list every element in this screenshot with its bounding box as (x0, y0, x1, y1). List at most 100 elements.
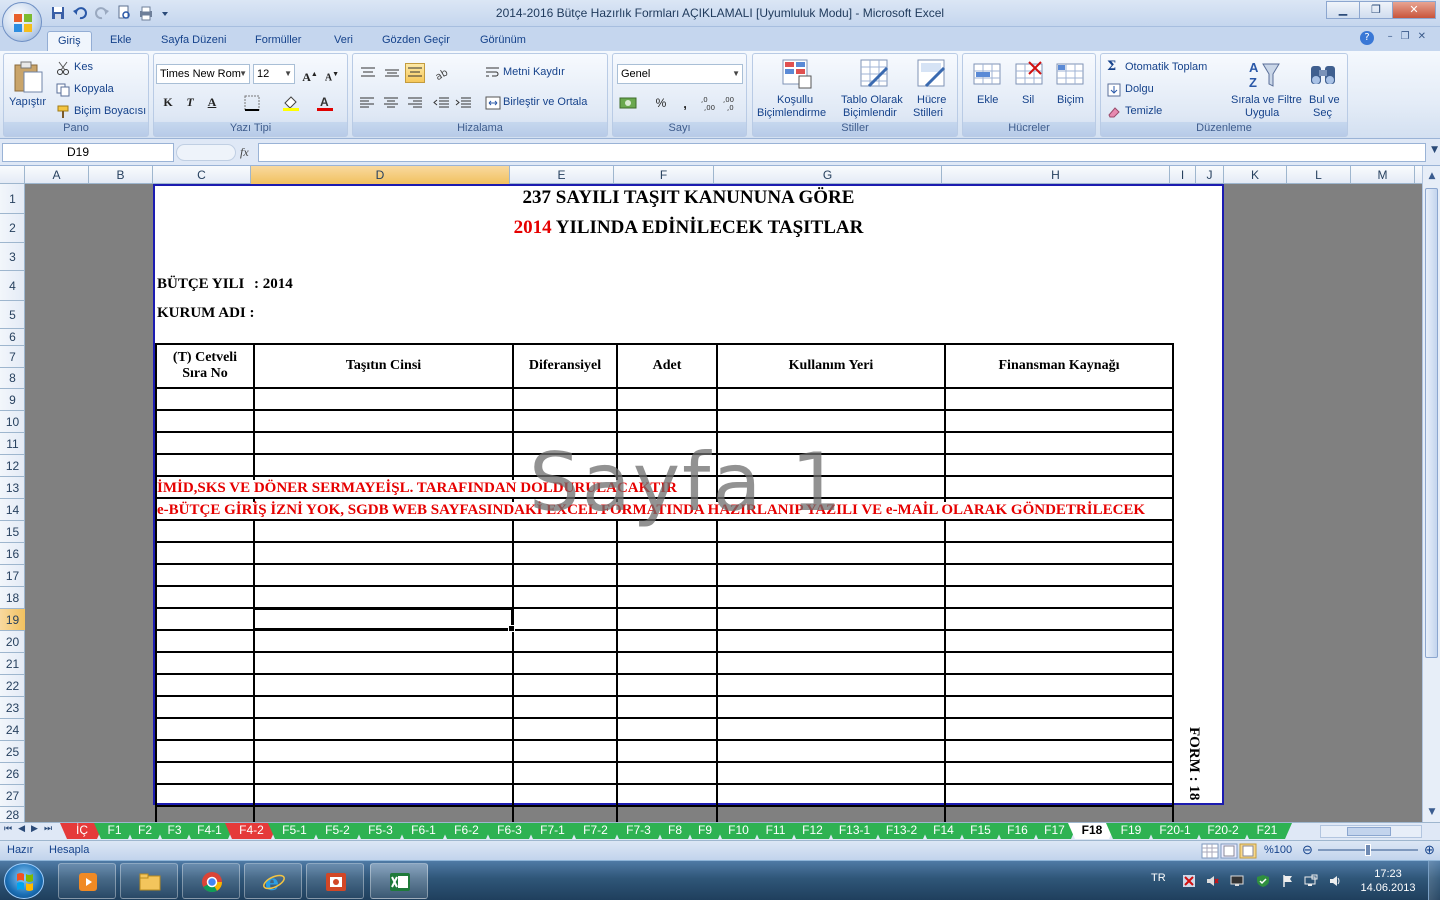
find-label-2[interactable]: Seç (1313, 107, 1332, 119)
tab-giris[interactable]: Giriş (47, 31, 92, 51)
row-header[interactable]: 25 (0, 741, 25, 763)
delete-label[interactable]: Sil (1022, 94, 1034, 106)
row-header[interactable]: 18 (0, 587, 25, 609)
paste-icon[interactable] (12, 60, 44, 94)
borders-icon[interactable] (244, 95, 260, 111)
row-header[interactable]: 28 (0, 807, 25, 822)
zoom-in-icon[interactable]: ⊕ (1424, 842, 1435, 858)
table-row[interactable] (155, 695, 1174, 719)
table-row[interactable] (155, 585, 1174, 609)
row-header[interactable]: 17 (0, 565, 25, 587)
close-button[interactable]: ✕ (1392, 1, 1436, 19)
row-header[interactable]: 3 (0, 243, 25, 271)
row-header[interactable]: 6 (0, 329, 25, 346)
align-bottom-button[interactable] (405, 63, 425, 83)
taskbar-chrome[interactable] (182, 863, 240, 899)
row-header[interactable]: 1 (0, 184, 25, 214)
name-box[interactable]: D19 (2, 143, 174, 162)
table-row[interactable] (155, 541, 1174, 565)
insert-function-button[interactable]: fx (240, 145, 249, 160)
row-header[interactable]: 11 (0, 433, 25, 455)
row-header[interactable]: 14 (0, 499, 25, 521)
workbook-window-controls[interactable]: –❐✕ (1388, 31, 1434, 42)
align-middle-icon[interactable] (383, 66, 401, 80)
row-header[interactable]: 10 (0, 411, 25, 433)
row-header[interactable]: 5 (0, 301, 25, 329)
active-cell-selection[interactable] (253, 608, 515, 632)
system-clock[interactable]: 17:23 14.06.2013 (1358, 867, 1418, 895)
column-header[interactable]: G (714, 166, 942, 184)
row-header-selected[interactable]: 19 (0, 609, 25, 631)
table-row[interactable] (155, 739, 1174, 763)
orientation-icon[interactable]: ab (433, 66, 457, 80)
cell-styles-label-2[interactable]: Stilleri (913, 107, 943, 119)
align-left-icon[interactable] (359, 96, 377, 110)
taskbar-media-player[interactable] (58, 863, 116, 899)
column-header[interactable]: F (614, 166, 714, 184)
formula-bar-expander[interactable] (176, 144, 236, 161)
clear-label[interactable]: Temizle (1125, 105, 1162, 117)
taskbar-excel[interactable] (370, 863, 428, 899)
italic-button[interactable]: T (180, 92, 200, 112)
align-right-icon[interactable] (407, 96, 425, 110)
vertical-scroll-thumb[interactable] (1425, 188, 1438, 658)
table-row[interactable] (155, 563, 1174, 587)
speaker-muted-icon[interactable] (1205, 874, 1219, 888)
sheet-nav-arrows[interactable]: ⏮◀▶⏭ (4, 824, 58, 834)
conditional-label-2[interactable]: Biçimlendirme (757, 107, 826, 119)
horizontal-scrollbar[interactable] (1320, 825, 1422, 838)
copy-label[interactable]: Kopyala (74, 83, 114, 95)
format-cells-icon[interactable] (1056, 60, 1086, 88)
merge-center-icon[interactable] (485, 96, 501, 110)
format-label[interactable]: Biçim (1057, 94, 1084, 106)
conditional-label-1[interactable]: Koşullu (777, 94, 813, 106)
clear-eraser-icon[interactable] (1107, 105, 1121, 119)
autosum-label[interactable]: Otomatik Toplam (1125, 61, 1207, 73)
decrease-indent-icon[interactable] (433, 96, 451, 110)
formula-input[interactable] (258, 143, 1426, 162)
tab-ekle[interactable]: Ekle (110, 31, 131, 51)
tab-gorunum[interactable]: Görünüm (480, 31, 526, 51)
underline-button[interactable]: A (202, 92, 222, 112)
language-indicator[interactable]: TR (1151, 872, 1166, 884)
row-header[interactable]: 24 (0, 719, 25, 741)
wrap-text-icon[interactable] (485, 66, 501, 80)
security-alert-icon[interactable] (1182, 874, 1196, 888)
horizontal-scroll-thumb[interactable] (1347, 827, 1391, 836)
row-header[interactable]: 21 (0, 653, 25, 675)
row-header[interactable]: 12 (0, 455, 25, 477)
row-header[interactable]: 15 (0, 521, 25, 543)
column-header-selected[interactable]: D (251, 166, 510, 184)
zoom-slider-knob[interactable] (1365, 844, 1371, 856)
fill-down-icon[interactable] (1107, 83, 1121, 97)
minimize-button[interactable]: ▁ (1326, 1, 1360, 19)
cell-styles-label-1[interactable]: Hücre (917, 94, 946, 106)
select-all-corner[interactable] (0, 166, 25, 184)
scroll-up-icon[interactable]: ▲ (1424, 168, 1440, 184)
tab-sayfa-duzeni[interactable]: Sayfa Düzeni (161, 31, 226, 51)
table-row[interactable] (155, 651, 1174, 675)
sort-filter-label-2[interactable]: Uygula (1245, 107, 1279, 119)
status-calculate[interactable]: Hesapla (49, 844, 89, 856)
print-page-area[interactable]: 237 SAYILI TAŞIT KANUNUNA GÖRE 2014 YILI… (153, 184, 1224, 822)
format-as-table-icon[interactable] (859, 58, 891, 90)
scroll-down-icon[interactable]: ▼ (1424, 804, 1440, 820)
column-header[interactable]: J (1196, 166, 1224, 184)
row-header[interactable]: 7 (0, 346, 25, 368)
find-select-icon[interactable] (1307, 58, 1341, 92)
table-row[interactable] (155, 805, 1174, 822)
delete-cells-icon[interactable] (1015, 60, 1045, 88)
row-header[interactable]: 13 (0, 477, 25, 499)
restore-button[interactable]: ❐ (1359, 1, 1393, 19)
font-name-combo[interactable]: Times New Rom ▼ (156, 64, 250, 84)
comma-style-button[interactable]: , (675, 93, 695, 113)
taskbar-powerpoint[interactable] (306, 863, 364, 899)
row-header[interactable]: 22 (0, 675, 25, 697)
column-header[interactable]: B (89, 166, 153, 184)
sort-filter-label-1[interactable]: Sırala ve Filtre (1231, 94, 1302, 106)
format-painter-icon[interactable] (56, 105, 70, 119)
row-header[interactable]: 9 (0, 389, 25, 411)
increase-decimal-icon[interactable]: ,0,00 (701, 95, 721, 111)
sheet-tab[interactable]: F21 (1242, 823, 1292, 839)
merge-center-label[interactable]: Birleştir ve Ortala (503, 96, 587, 108)
